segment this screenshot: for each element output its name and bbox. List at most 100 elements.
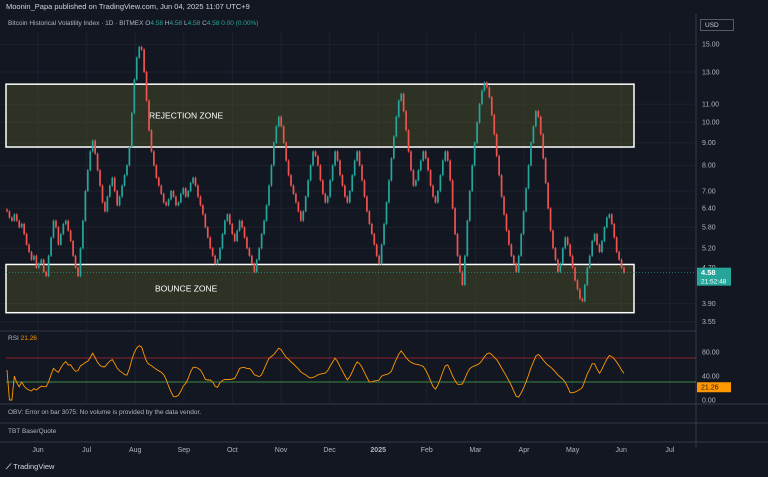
candle — [292, 185, 295, 194]
candle — [390, 158, 393, 181]
candle — [219, 248, 221, 260]
candle — [295, 193, 297, 203]
candle — [505, 214, 508, 231]
time-tick-label: Nov — [275, 447, 288, 454]
candle — [623, 267, 625, 273]
time-tick-label: May — [566, 447, 580, 454]
candle — [233, 233, 236, 241]
candle — [74, 255, 77, 268]
candle — [610, 214, 613, 224]
candle — [40, 259, 43, 264]
candle — [135, 57, 138, 80]
candle — [356, 151, 358, 161]
candle — [373, 233, 376, 245]
candle — [392, 136, 395, 159]
footer-brand: ⟋ TradingView — [6, 462, 54, 472]
candle — [324, 193, 327, 203]
candle — [297, 202, 300, 212]
candle — [561, 248, 564, 264]
candle — [380, 244, 383, 264]
rsi-tick-label: 0.00 — [702, 397, 716, 404]
candle — [490, 97, 493, 115]
candle — [111, 177, 114, 186]
candle — [238, 220, 241, 231]
candle — [197, 185, 199, 197]
candle — [510, 244, 513, 256]
time-tick-label: Jun — [616, 447, 627, 454]
candle — [574, 267, 576, 281]
candle — [221, 233, 224, 249]
candle — [344, 185, 346, 197]
candle — [397, 100, 400, 117]
candle — [214, 255, 216, 264]
candle — [446, 151, 449, 161]
candle — [143, 49, 145, 72]
candle — [314, 151, 317, 156]
candle — [488, 87, 491, 98]
candle — [106, 196, 109, 212]
candle — [542, 134, 545, 159]
candle — [439, 175, 442, 192]
candle — [429, 170, 432, 186]
candle — [8, 211, 11, 218]
candle — [179, 193, 182, 203]
candle — [321, 180, 324, 194]
candle — [96, 153, 99, 171]
candle — [37, 263, 40, 268]
candle — [586, 267, 589, 285]
candle — [170, 191, 172, 200]
candle — [456, 233, 459, 256]
candle — [99, 170, 101, 186]
rejection-zone — [5, 83, 635, 148]
candle — [476, 122, 478, 143]
candle — [559, 263, 562, 272]
candle — [424, 151, 427, 159]
price-tick-label: 6.40 — [702, 206, 716, 213]
candle — [606, 217, 608, 228]
candle — [341, 175, 344, 186]
candle — [326, 196, 329, 203]
candle — [454, 208, 456, 234]
candle — [339, 160, 341, 176]
candle — [508, 230, 510, 245]
low-value: 4.58 — [187, 20, 201, 27]
candle — [123, 175, 126, 186]
change-value: 0.00 (0.00%) — [221, 20, 259, 27]
currency-button[interactable]: USD — [700, 19, 734, 31]
candle — [82, 220, 84, 249]
candle — [25, 233, 28, 245]
candle — [581, 298, 584, 302]
candle — [432, 185, 434, 197]
candle — [576, 280, 579, 290]
time-tick-label: Mar — [469, 447, 482, 454]
candle — [89, 151, 92, 171]
candle — [375, 244, 378, 256]
candle — [155, 165, 158, 178]
high-value: 4.58 — [169, 20, 183, 27]
candle — [370, 223, 373, 234]
candle — [412, 170, 415, 186]
candle — [231, 223, 234, 234]
candle — [273, 142, 275, 166]
candle — [441, 160, 444, 176]
candle — [77, 267, 79, 277]
candle — [302, 211, 305, 221]
candle — [150, 130, 153, 152]
candle — [172, 191, 175, 197]
candle — [486, 82, 488, 88]
rsi-value: 21.26 — [20, 335, 37, 342]
candle — [15, 214, 18, 221]
time-tick-label: Dec — [323, 447, 336, 454]
price-tick-label: 9.00 — [702, 140, 716, 147]
candle — [275, 126, 278, 143]
obv-legend: OBV: Error on bar 3075: No volume is pro… — [8, 409, 202, 416]
candle — [361, 165, 363, 181]
time-tick-label: Jul — [665, 447, 674, 454]
candle — [532, 126, 535, 143]
symbol-legend: Bitcoin Historical Volatility Index · 1D… — [8, 20, 259, 27]
candle — [422, 151, 425, 161]
candle — [50, 237, 52, 256]
candle — [334, 151, 336, 166]
candle — [493, 114, 496, 135]
candle — [385, 202, 388, 224]
